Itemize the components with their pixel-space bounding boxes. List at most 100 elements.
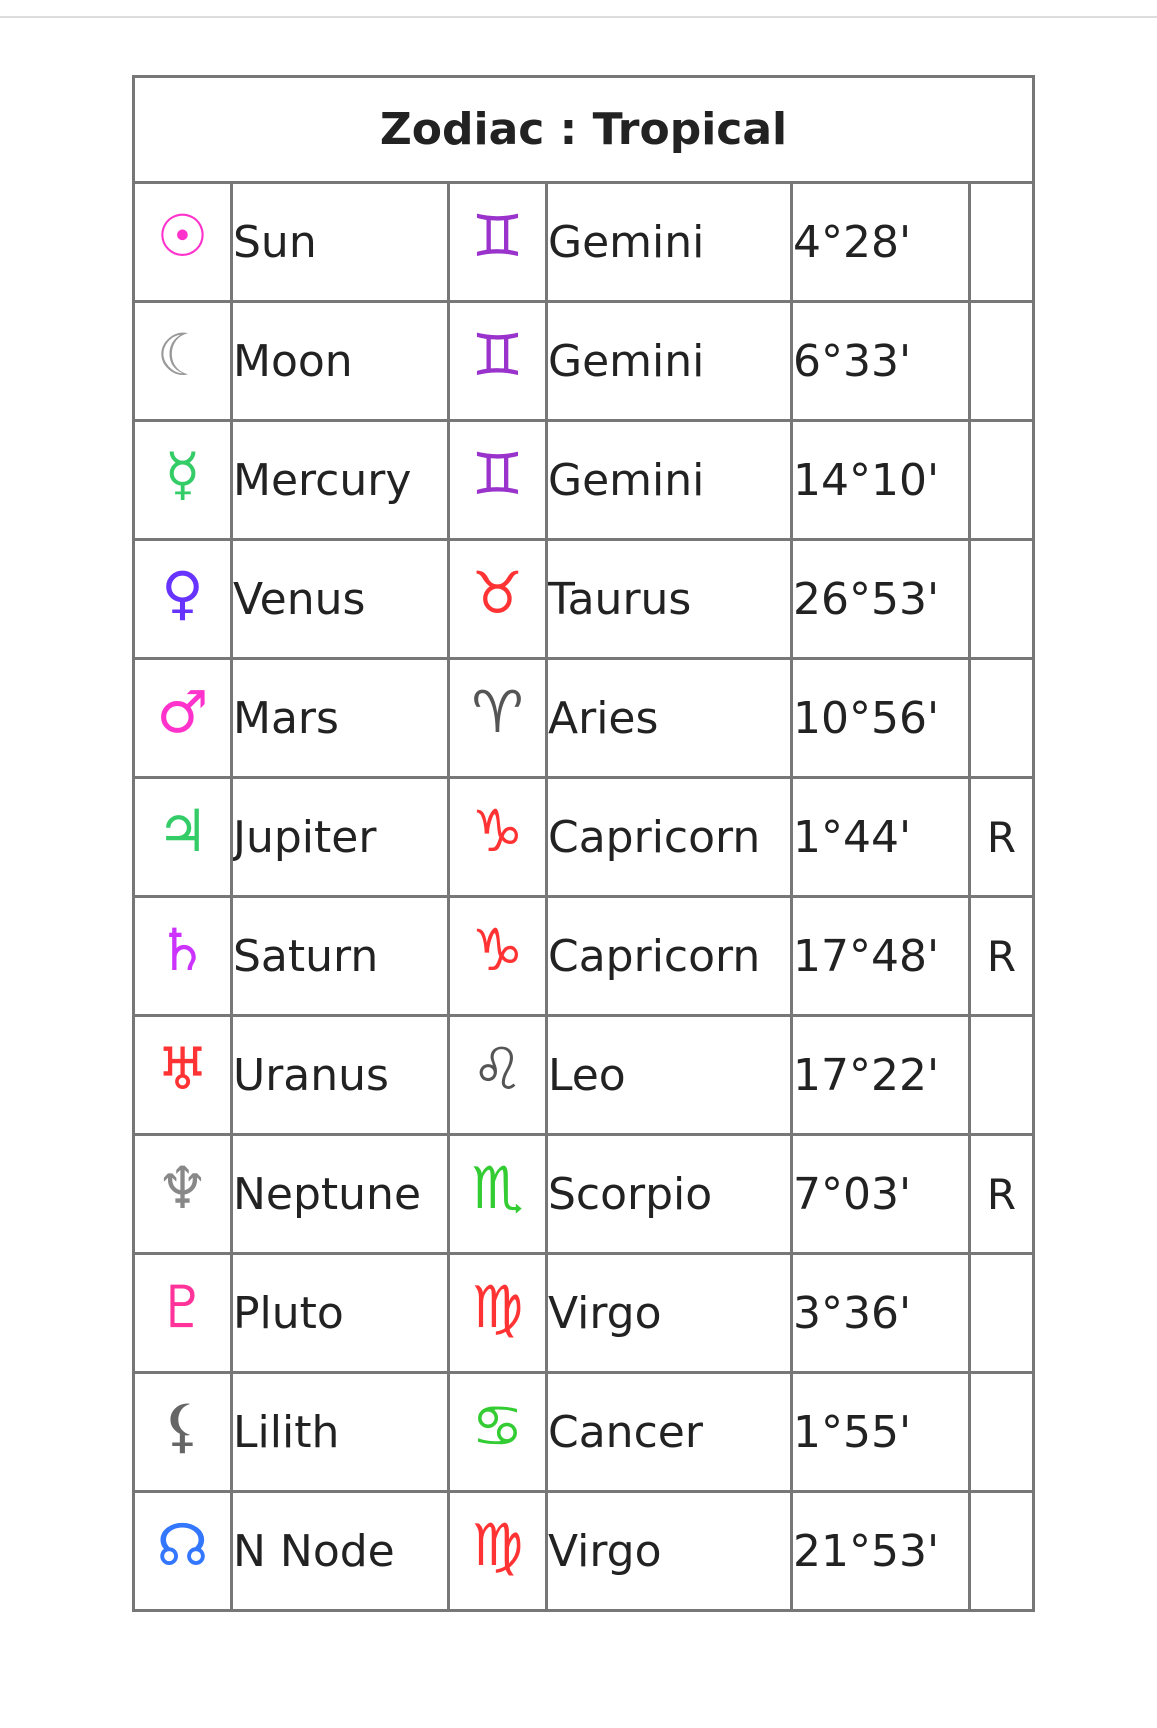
retrograde-marker (967, 181, 1036, 303)
zodiac-table: Zodiac : Tropical ☉ Sun ♊ Gemini 4°28' ☾ Moon ♊… (131, 75, 1036, 1612)
scorpio-icon: ♏ (471, 1154, 524, 1222)
degree-value: 1°44' (790, 776, 971, 898)
planet-name: Uranus (230, 1014, 450, 1136)
virgo-icon: ♍ (471, 1273, 524, 1341)
planet-name: Lilith (230, 1371, 450, 1493)
table-header-row: Zodiac : Tropical (131, 75, 1036, 184)
gemini-icon: ♊ (471, 321, 524, 389)
retrograde-marker: R (967, 1133, 1036, 1255)
leo-icon: ♌ (471, 1035, 524, 1103)
cancer-icon: ♋ (471, 1392, 524, 1460)
lilith-icon: ⚸ (161, 1392, 204, 1460)
retrograde-marker: R (967, 776, 1036, 898)
degree-value: 6°33' (790, 300, 971, 422)
retrograde-marker (967, 300, 1036, 422)
mars-icon: ♂ (156, 678, 209, 746)
taurus-icon: ♉ (471, 559, 524, 627)
sign-name: Cancer (545, 1371, 793, 1493)
top-divider (0, 16, 1157, 18)
sign-glyph-cell: ♏ (447, 1133, 548, 1255)
table-row: ♇ Pluto ♍ Virgo 3°36' (132, 1252, 1036, 1374)
aries-icon: ♈ (471, 678, 524, 746)
planet-glyph-cell: ♄ (132, 895, 233, 1017)
sign-name: Leo (545, 1014, 793, 1136)
table-body: ☉ Sun ♊ Gemini 4°28' ☾ Moon ♊ Gemini 6°33' ☿ Mercur… (132, 181, 1036, 1612)
planet-name: Pluto (230, 1252, 450, 1374)
planet-glyph-cell: ⚸ (132, 1371, 233, 1493)
table-row: ♄ Saturn ♑ Capricorn 17°48' R (132, 895, 1036, 1017)
sign-name: Virgo (545, 1252, 793, 1374)
sign-glyph-cell: ♉ (447, 538, 548, 660)
sign-name: Virgo (545, 1490, 793, 1612)
uranus-icon: ♅ (156, 1035, 209, 1103)
planet-glyph-cell: ♆ (132, 1133, 233, 1255)
degree-value: 1°55' (790, 1371, 971, 1493)
degree-value: 7°03' (790, 1133, 971, 1255)
retrograde-marker (967, 1014, 1036, 1136)
table-row: ☿ Mercury ♊ Gemini 14°10' (132, 419, 1036, 541)
retrograde-marker (967, 419, 1036, 541)
degree-value: 4°28' (790, 181, 971, 303)
sign-name: Gemini (545, 181, 793, 303)
planet-glyph-cell: ☾ (132, 300, 233, 422)
table-row: ♆ Neptune ♏ Scorpio 7°03' R (132, 1133, 1036, 1255)
planet-name: Mercury (230, 419, 450, 541)
retrograde-marker: R (967, 895, 1036, 1017)
sun-icon: ☉ (156, 202, 209, 270)
retrograde-marker (967, 1252, 1036, 1374)
north-node-icon: ☊ (156, 1511, 209, 1579)
sign-glyph-cell: ♊ (447, 300, 548, 422)
sign-glyph-cell: ♑ (447, 776, 548, 898)
table-row: ☉ Sun ♊ Gemini 4°28' (132, 181, 1036, 303)
degree-value: 17°48' (790, 895, 971, 1017)
planet-name: Mars (230, 657, 450, 779)
table-row: ♂ Mars ♈ Aries 10°56' (132, 657, 1036, 779)
sign-name: Aries (545, 657, 793, 779)
degree-value: 26°53' (790, 538, 971, 660)
retrograde-marker (967, 538, 1036, 660)
table-row: ♅ Uranus ♌ Leo 17°22' (132, 1014, 1036, 1136)
table-row: ☊ N Node ♍ Virgo 21°53' (132, 1490, 1036, 1612)
degree-value: 17°22' (790, 1014, 971, 1136)
retrograde-marker (967, 657, 1036, 779)
sign-name: Gemini (545, 419, 793, 541)
sign-glyph-cell: ♊ (447, 181, 548, 303)
planet-glyph-cell: ♇ (132, 1252, 233, 1374)
venus-icon: ♀ (161, 559, 204, 627)
planet-glyph-cell: ☊ (132, 1490, 233, 1612)
moon-icon: ☾ (156, 321, 209, 389)
degree-value: 3°36' (790, 1252, 971, 1374)
sign-name: Capricorn (545, 895, 793, 1017)
planet-glyph-cell: ♂ (132, 657, 233, 779)
sign-glyph-cell: ♑ (447, 895, 548, 1017)
table-row: ☾ Moon ♊ Gemini 6°33' (132, 300, 1036, 422)
sign-glyph-cell: ♌ (447, 1014, 548, 1136)
retrograde-marker (967, 1371, 1036, 1493)
gemini-icon: ♊ (471, 440, 524, 508)
planet-glyph-cell: ☿ (132, 419, 233, 541)
retrograde-marker (967, 1490, 1036, 1612)
planet-glyph-cell: ♅ (132, 1014, 233, 1136)
planet-glyph-cell: ♀ (132, 538, 233, 660)
planet-name: Jupiter (230, 776, 450, 898)
table-row: ⚸ Lilith ♋ Cancer 1°55' (132, 1371, 1036, 1493)
sign-name: Gemini (545, 300, 793, 422)
table-title: Zodiac : Tropical (131, 75, 1036, 184)
saturn-icon: ♄ (156, 916, 209, 984)
sign-glyph-cell: ♈ (447, 657, 548, 779)
degree-value: 14°10' (790, 419, 971, 541)
neptune-icon: ♆ (156, 1154, 209, 1222)
degree-value: 21°53' (790, 1490, 971, 1612)
planet-name: Neptune (230, 1133, 450, 1255)
pluto-icon: ♇ (156, 1273, 209, 1341)
sign-name: Scorpio (545, 1133, 793, 1255)
planet-name: N Node (230, 1490, 450, 1612)
sign-name: Capricorn (545, 776, 793, 898)
sign-glyph-cell: ♍ (447, 1490, 548, 1612)
sign-glyph-cell: ♋ (447, 1371, 548, 1493)
planet-name: Sun (230, 181, 450, 303)
planet-glyph-cell: ☉ (132, 181, 233, 303)
virgo-icon: ♍ (471, 1511, 524, 1579)
capricorn-icon: ♑ (471, 916, 524, 984)
sign-glyph-cell: ♍ (447, 1252, 548, 1374)
